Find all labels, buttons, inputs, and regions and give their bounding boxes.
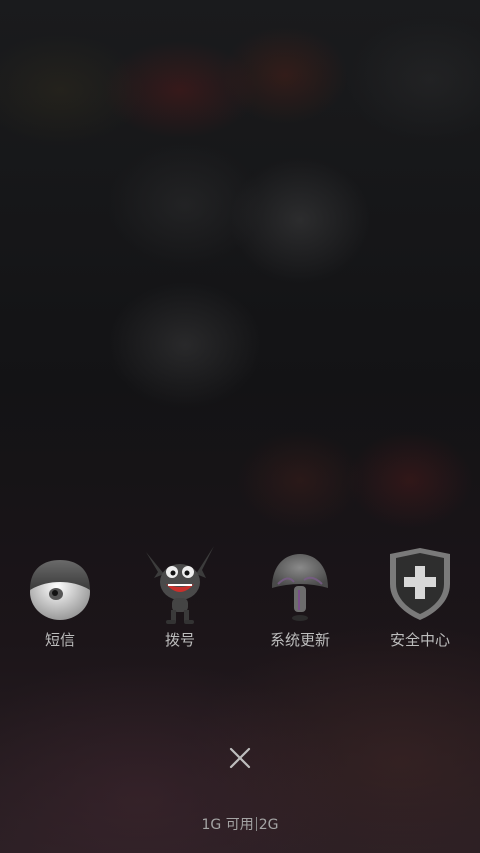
bat-monster-icon — [146, 546, 214, 624]
app-system-update[interactable]: 系统更新 — [240, 540, 360, 660]
app-security-center[interactable]: 安全中心 — [360, 540, 480, 660]
mushroom-icon — [272, 554, 328, 621]
close-icon[interactable] — [220, 738, 260, 778]
app-label: 安全中心 — [389, 631, 450, 649]
memory-available: 1G 可用 — [201, 817, 254, 833]
app-dialer[interactable]: 拨号 — [120, 540, 240, 660]
eyeball-icon — [30, 560, 90, 620]
app-label: 拨号 — [164, 631, 195, 649]
app-dock: 短信 拨号 系统更新 安全中心 — [0, 540, 480, 660]
memory-divider — [255, 817, 257, 831]
app-label: 短信 — [44, 631, 75, 649]
recent-apps-screen: 短信 拨号 系统更新 安全中心 1G 可用 2G — [0, 0, 480, 853]
shield-cross-icon — [390, 548, 450, 620]
memory-status: 1G 可用 2G — [0, 814, 480, 836]
memory-total: 2G — [258, 817, 279, 833]
app-label: 系统更新 — [269, 631, 330, 649]
app-sms[interactable]: 短信 — [0, 540, 120, 660]
